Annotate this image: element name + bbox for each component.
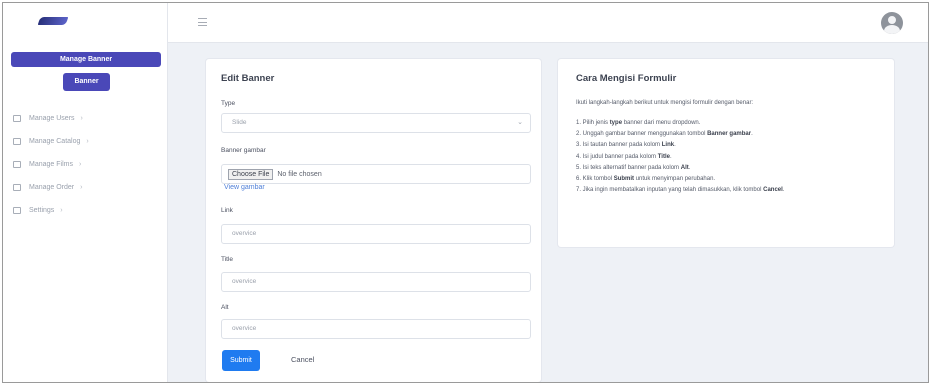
edit-banner-card: Edit Banner Type Slide ⌄ Banner gambar C… bbox=[206, 59, 541, 382]
file-input[interactable]: Choose File No file chosen bbox=[221, 164, 531, 184]
link-input[interactable]: overvice bbox=[221, 224, 531, 244]
chevron-right-icon: › bbox=[80, 115, 83, 122]
help-step: 2. Unggah gambar banner menggunakan tomb… bbox=[576, 131, 753, 138]
sidebar-item-label: Manage Order bbox=[29, 184, 75, 191]
title-label: Title bbox=[221, 256, 234, 263]
hamburger-menu-icon[interactable] bbox=[198, 18, 207, 26]
help-steps: 1. Pilih jenis type banner dari menu dro… bbox=[576, 118, 881, 196]
sidebar: Manage Banner Banner Manage Users › Mana… bbox=[3, 3, 168, 382]
avatar-head bbox=[888, 16, 896, 24]
sidebar-item-label: Manage Catalog bbox=[29, 138, 81, 145]
chevron-right-icon: › bbox=[86, 138, 89, 145]
title-input[interactable]: overvice bbox=[221, 272, 531, 292]
help-step: 6. Klik tombol Submit untuk menyimpan pe… bbox=[576, 176, 716, 183]
users-icon bbox=[13, 115, 21, 122]
help-step: 7. Jika ingin membatalkan inputan yang t… bbox=[576, 187, 785, 194]
sidebar-item-manage-banner[interactable]: Manage Banner bbox=[11, 52, 161, 67]
submit-button[interactable]: Submit bbox=[222, 350, 260, 371]
sidebar-item-label: Settings bbox=[29, 207, 55, 214]
order-icon bbox=[13, 184, 21, 191]
help-step: 4. Isi judul banner pada kolom Title. bbox=[576, 153, 672, 160]
help-title: Cara Mengisi Formulir bbox=[576, 73, 677, 84]
alt-label: Alt bbox=[221, 304, 229, 311]
chevron-down-icon: ⌄ bbox=[517, 119, 523, 126]
help-card: Cara Mengisi Formulir Ikuti langkah-lang… bbox=[558, 59, 894, 247]
sidebar-item-label: Manage Films bbox=[29, 161, 73, 168]
avatar-body bbox=[884, 25, 900, 34]
sidebar-item-label: Manage Users bbox=[29, 115, 75, 122]
alt-input[interactable]: overvice bbox=[221, 319, 531, 339]
avatar[interactable] bbox=[881, 12, 903, 34]
chevron-right-icon: › bbox=[60, 207, 63, 214]
sidebar-item-manage-users[interactable]: Manage Users › bbox=[13, 107, 163, 130]
type-select[interactable]: Slide ⌄ bbox=[221, 113, 531, 133]
sidebar-subitem-banner[interactable]: Banner bbox=[63, 73, 110, 91]
cancel-button[interactable]: Cancel bbox=[291, 355, 314, 364]
sidebar-nav-list: Manage Users › Manage Catalog › Manage F… bbox=[13, 107, 163, 222]
sidebar-item-manage-order[interactable]: Manage Order › bbox=[13, 176, 163, 199]
file-status: No file chosen bbox=[277, 170, 322, 178]
settings-icon bbox=[13, 207, 21, 214]
help-step: 1. Pilih jenis type banner dari menu dro… bbox=[576, 120, 701, 126]
brand-logo[interactable] bbox=[37, 17, 69, 25]
films-icon bbox=[13, 161, 21, 168]
help-step: 5. Isi teks alternatif banner pada kolom… bbox=[576, 164, 691, 171]
help-intro: Ikuti langkah-langkah berikut untuk meng… bbox=[576, 100, 754, 106]
sidebar-item-manage-films[interactable]: Manage Films › bbox=[13, 153, 163, 176]
banner-gambar-label: Banner gambar bbox=[221, 147, 266, 154]
catalog-icon bbox=[13, 138, 21, 145]
type-label: Type bbox=[221, 100, 236, 107]
link-label: Link bbox=[221, 207, 233, 214]
app-frame: Manage Banner Banner Manage Users › Mana… bbox=[2, 2, 929, 383]
topbar bbox=[168, 3, 928, 43]
chevron-right-icon: › bbox=[78, 161, 82, 168]
choose-file-button[interactable]: Choose File bbox=[228, 168, 274, 180]
sidebar-item-settings[interactable]: Settings › bbox=[13, 199, 163, 222]
view-gambar-link[interactable]: View gambar bbox=[224, 184, 265, 191]
sidebar-item-manage-catalog[interactable]: Manage Catalog › bbox=[13, 130, 163, 153]
chevron-right-icon: › bbox=[80, 184, 83, 191]
help-step: 3. Isi tautan banner pada kolom Link. bbox=[576, 142, 676, 149]
card-title: Edit Banner bbox=[221, 73, 275, 84]
type-select-value: Slide bbox=[232, 119, 247, 126]
